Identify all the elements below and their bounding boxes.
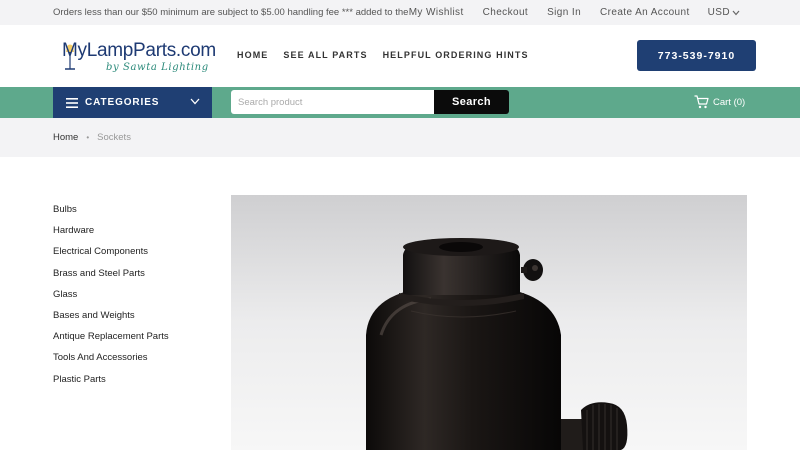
logo-wordmark: MyLampParts.com xyxy=(62,40,216,61)
minimum-order-notice: Orders less than our $50 minimum are sub… xyxy=(53,7,409,18)
search-navbar: CATEGORIES Search Cart (0) xyxy=(0,87,800,118)
cart-link[interactable]: Cart (0) xyxy=(694,95,745,109)
nav-see-all-parts[interactable]: SEE ALL PARTS xyxy=(283,50,367,60)
categories-label: CATEGORIES xyxy=(85,97,160,108)
nav-home[interactable]: HOME xyxy=(237,50,268,60)
currency-label: USD xyxy=(707,7,730,18)
sidebar-item-bases-and-weights[interactable]: Bases and Weights xyxy=(53,309,169,330)
breadcrumb: Home • Sockets xyxy=(53,132,131,143)
category-sidebar: Bulbs Hardware Electrical Components Bra… xyxy=(53,203,169,394)
breadcrumb-bar: Home • Sockets xyxy=(0,118,800,157)
sidebar-item-electrical-components[interactable]: Electrical Components xyxy=(53,245,169,266)
sidebar-item-antique-replacement-parts[interactable]: Antique Replacement Parts xyxy=(53,330,169,351)
checkout-link[interactable]: Checkout xyxy=(483,7,528,18)
search-button[interactable]: Search xyxy=(434,90,509,114)
cart-label: Cart (0) xyxy=(713,96,746,108)
search-input[interactable] xyxy=(231,90,435,114)
sign-in-link[interactable]: Sign In xyxy=(547,7,581,18)
chevron-down-icon xyxy=(732,10,740,15)
sidebar-item-tools-and-accessories[interactable]: Tools And Accessories xyxy=(53,351,169,372)
top-bar: Orders less than our $50 minimum are sub… xyxy=(0,0,800,25)
site-header: MyLampParts.com by Sawta Lighting HOME S… xyxy=(0,25,800,87)
sidebar-item-hardware[interactable]: Hardware xyxy=(53,224,169,245)
lamp-socket-photo xyxy=(231,195,747,450)
create-account-link[interactable]: Create An Account xyxy=(600,7,690,18)
breadcrumb-current: Sockets xyxy=(97,132,131,143)
currency-selector[interactable]: USD xyxy=(708,7,740,18)
breadcrumb-separator: • xyxy=(86,133,90,142)
categories-dropdown[interactable]: CATEGORIES xyxy=(53,87,212,118)
nav-helpful-ordering-hints[interactable]: HELPFUL ORDERING HINTS xyxy=(383,50,529,60)
wishlist-link[interactable]: My Wishlist xyxy=(409,7,464,18)
sidebar-item-bulbs[interactable]: Bulbs xyxy=(53,203,169,224)
sidebar-item-brass-and-steel-parts[interactable]: Brass and Steel Parts xyxy=(53,267,169,288)
cart-icon xyxy=(694,95,709,109)
product-image[interactable] xyxy=(231,195,747,450)
site-logo[interactable]: MyLampParts.com by Sawta Lighting xyxy=(60,39,220,75)
chevron-down-icon xyxy=(190,98,200,105)
account-links: My Wishlist Checkout Sign In Create An A… xyxy=(409,7,800,18)
breadcrumb-home[interactable]: Home xyxy=(53,132,78,143)
phone-button[interactable]: 773-539-7910 xyxy=(637,40,756,71)
sidebar-item-glass[interactable]: Glass xyxy=(53,288,169,309)
main-nav: HOME SEE ALL PARTS HELPFUL ORDERING HINT… xyxy=(237,50,544,60)
logo-tagline: by Sawta Lighting xyxy=(106,62,209,73)
sidebar-item-plastic-parts[interactable]: Plastic Parts xyxy=(53,373,169,394)
hamburger-icon xyxy=(66,97,78,108)
